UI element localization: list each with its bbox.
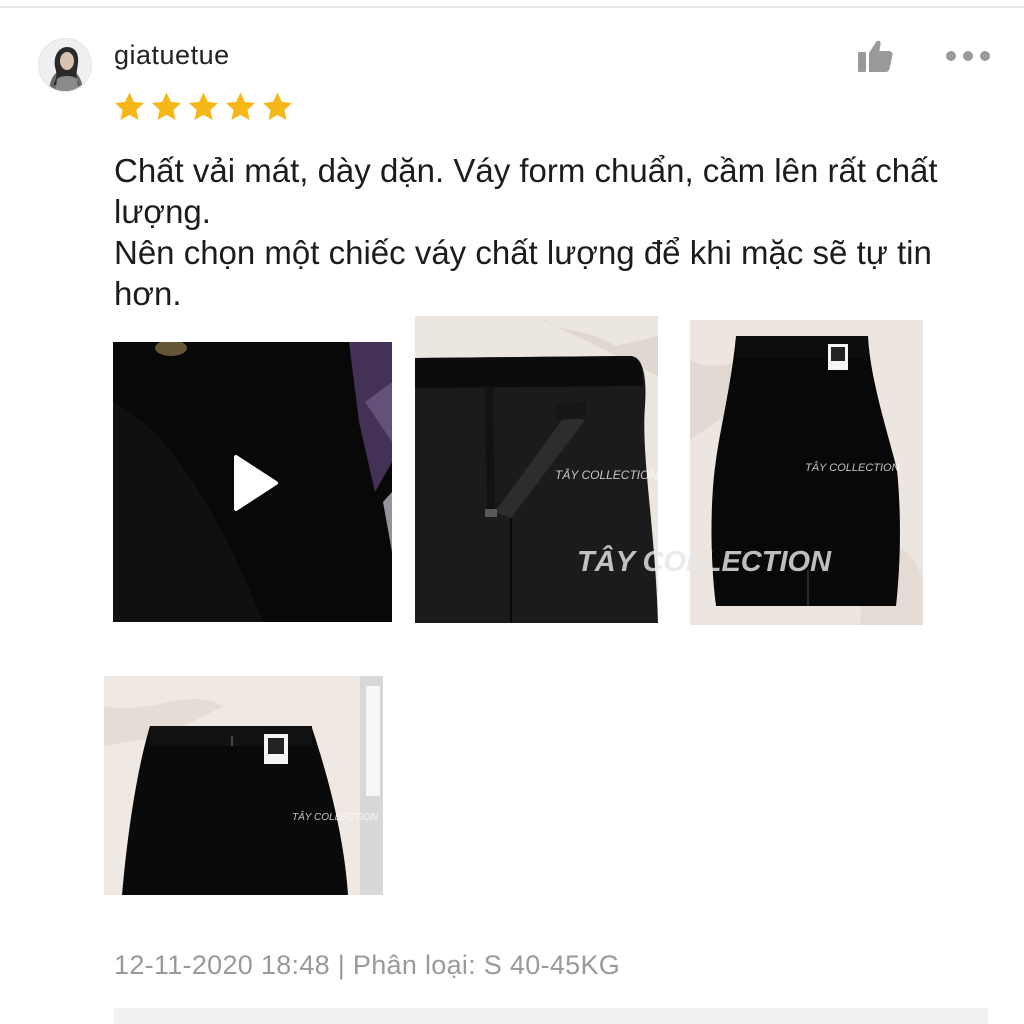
dot [963,51,973,61]
review-text-line: Chất vải mát, dày dặn. Váy form chuẩn, c… [114,152,938,230]
dot [980,51,990,61]
username[interactable]: giatuetue [114,40,230,71]
review-photo[interactable]: TÂY COLLECTION [690,320,923,625]
review-photo[interactable]: TÂY COLLECTION [104,676,383,895]
top-divider [0,6,1024,8]
user-avatar[interactable] [38,38,92,92]
review-meta: 12-11-2020 18:48 | Phân loại: S 40-45KG [114,950,621,980]
thumbs-up-icon[interactable] [856,38,894,74]
review-card: giatuetue Chất vải mát, dày dặn. Váy for… [0,0,1024,1024]
review-text-line: Nên chọn một chiếc váy chất lượng để khi… [114,234,932,312]
watermark: TÂY COLLECTION [555,468,658,482]
star-icon [263,92,292,121]
rating-stars [112,90,295,124]
watermark: TÂY COLLECTION [805,462,900,474]
watermark-large: TÂY COLLECTION [577,546,832,578]
more-dots-icon[interactable] [946,45,992,67]
review-text: Chất vải mát, dày dặn. Váy form chuẩn, c… [114,150,1004,314]
play-icon[interactable] [232,454,280,512]
star-icon [152,92,181,121]
watermark: TÂY COLLECTION [292,812,378,823]
star-icon [115,92,144,121]
star-icon [189,92,218,121]
next-section-divider [114,1008,988,1024]
dot [946,51,956,61]
review-video-thumbnail[interactable] [113,342,392,622]
star-icon [226,92,255,121]
